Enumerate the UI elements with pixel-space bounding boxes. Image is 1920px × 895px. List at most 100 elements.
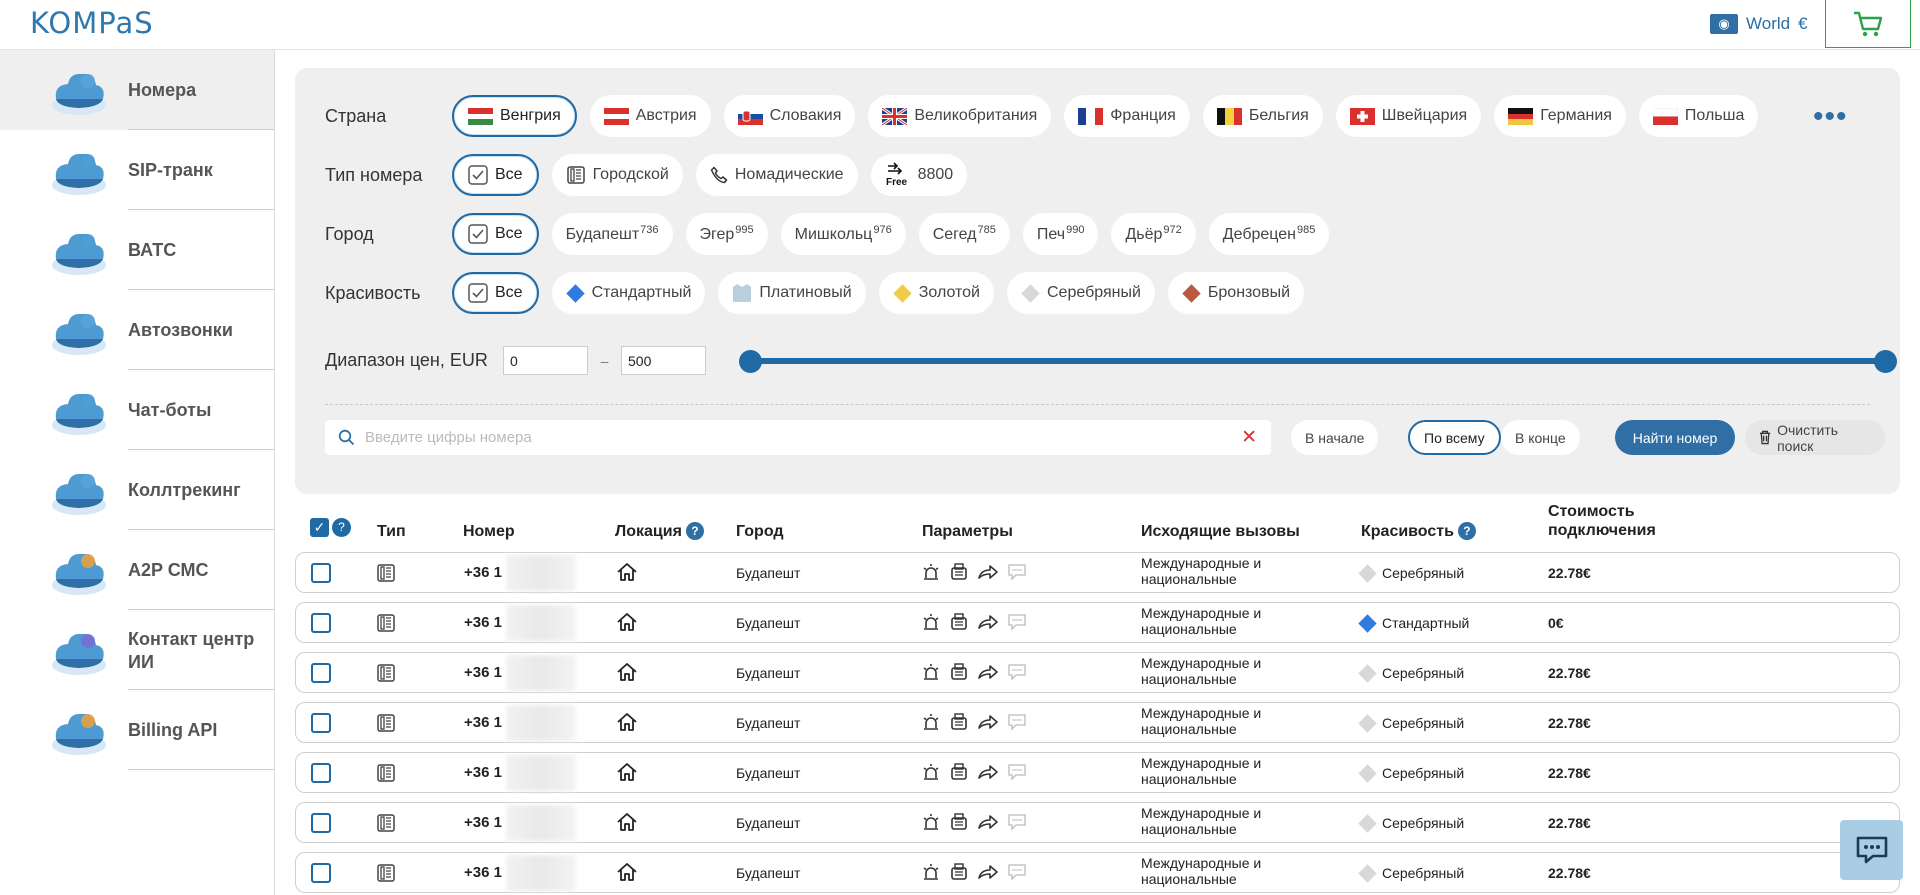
home-icon xyxy=(616,811,638,838)
country-chip-8[interactable]: Германия xyxy=(1494,95,1626,137)
row-checkbox[interactable] xyxy=(311,663,331,683)
beauty-chip-4[interactable]: Золотой xyxy=(878,272,994,314)
country-chip-6[interactable]: Бельгия xyxy=(1202,95,1323,137)
select-help-icon[interactable]: ? xyxy=(332,518,351,537)
price-slider-min-handle[interactable] xyxy=(739,350,762,373)
city-label: Город xyxy=(325,223,374,244)
country-chip-7[interactable]: Швейцария xyxy=(1335,95,1482,137)
row-number[interactable]: +36 1 xyxy=(464,764,502,781)
row-number[interactable]: +36 1 xyxy=(464,614,502,631)
alarm-icon xyxy=(921,812,941,837)
sidebar-item-1[interactable]: Номера xyxy=(0,50,274,130)
diamond-icon xyxy=(1021,283,1040,303)
row-number[interactable]: +36 1 xyxy=(464,864,502,881)
type-chip-номадические[interactable]: Номадические xyxy=(695,154,858,196)
landline-phone-icon xyxy=(376,563,396,588)
forward-icon xyxy=(977,812,999,837)
flag-icon xyxy=(603,107,629,125)
city-chip-1[interactable]: Все xyxy=(452,213,539,255)
sidebar-item-7[interactable]: A2P СМС xyxy=(0,530,274,610)
country-chip-1[interactable]: Венгрия xyxy=(452,95,577,137)
row-beauty-label: Серебряный xyxy=(1382,865,1465,881)
find-number-button[interactable]: Найти номер xyxy=(1615,420,1735,455)
cart-button[interactable] xyxy=(1825,0,1911,48)
city-chip-8[interactable]: Дебрецен985 xyxy=(1208,213,1330,255)
city-chip-6[interactable]: Печ990 xyxy=(1022,213,1099,255)
row-outgoing: Международные и национальные xyxy=(1141,805,1262,837)
position-start-option[interactable]: В начале xyxy=(1291,420,1379,455)
row-number[interactable]: +36 1 xyxy=(464,814,502,831)
country-chip-2[interactable]: Австрия xyxy=(589,95,711,137)
type-chip-городской[interactable]: Городской xyxy=(551,154,683,196)
country-filter-row: Страна Венгрия Австрия Словакия Великобрита… xyxy=(325,95,1759,137)
row-number[interactable]: +36 1 xyxy=(464,664,502,681)
country-chip-5[interactable]: Франция xyxy=(1064,95,1190,137)
row-checkbox[interactable] xyxy=(311,613,331,633)
select-all-checkbox[interactable]: ✓ xyxy=(310,518,329,537)
sidebar-item-4[interactable]: Автозвонки xyxy=(0,290,274,370)
sidebar-item-6[interactable]: Коллтрекинг xyxy=(0,450,274,530)
country-chip-9[interactable]: Польша xyxy=(1638,95,1759,137)
sidebar-item-2[interactable]: SIP-транк xyxy=(0,130,274,210)
beauty-chip-1[interactable]: Все xyxy=(452,272,539,314)
beauty-chip-label: Бронзовый xyxy=(1207,284,1291,301)
sidebar-item-9[interactable]: Billing API xyxy=(0,690,274,770)
beauty-chip-6[interactable]: Бронзовый xyxy=(1167,272,1305,314)
beauty-filter-row: Красивость Все Стандартный Платиновый Золот… xyxy=(325,272,1305,314)
clear-search-button[interactable]: Очистить поиск xyxy=(1745,420,1885,455)
forward-icon xyxy=(977,662,999,687)
clear-search-icon[interactable]: ✕ xyxy=(1241,428,1257,447)
city-chip-7[interactable]: Дьёр972 xyxy=(1111,213,1196,255)
beauty-help-icon[interactable]: ? xyxy=(1457,522,1476,540)
table-row: +36 1 Будапешт Международные и национальны… xyxy=(295,852,1900,893)
chat-widget-button[interactable] xyxy=(1840,820,1903,880)
position-end-option[interactable]: В конце xyxy=(1501,420,1580,455)
city-chip-5[interactable]: Сегед785 xyxy=(918,213,1010,255)
price-slider[interactable] xyxy=(739,350,1897,373)
type-chip-8800[interactable]: Free 8800 xyxy=(870,154,968,196)
row-checkbox[interactable] xyxy=(311,563,331,583)
more-countries-button[interactable]: ••• xyxy=(1813,102,1848,132)
row-number[interactable]: +36 1 xyxy=(464,714,502,731)
number-search-input[interactable] xyxy=(365,424,1225,451)
sidebar-item-icon xyxy=(48,59,110,121)
type-label: Тип номера xyxy=(325,164,423,185)
row-checkbox[interactable] xyxy=(311,713,331,733)
sidebar-item-3[interactable]: ВАТС xyxy=(0,210,274,290)
sidebar-item-5[interactable]: Чат-боты xyxy=(0,370,274,450)
row-price: 22.78€ xyxy=(1548,815,1591,831)
sidebar-item-8[interactable]: Контакт центр ИИ xyxy=(0,610,274,690)
beauty-chip-5[interactable]: Серебряный xyxy=(1007,272,1155,314)
row-beauty-label: Стандартный xyxy=(1382,615,1470,631)
beauty-chip-2[interactable]: Стандартный xyxy=(551,272,706,314)
row-number[interactable]: +36 1 xyxy=(464,564,502,581)
location-help-icon[interactable]: ? xyxy=(685,522,704,540)
country-chip-4[interactable]: Великобритания xyxy=(868,95,1052,137)
filter-divider xyxy=(325,404,1870,405)
sidebar-item-icon xyxy=(48,379,110,441)
sms-icon xyxy=(1007,862,1027,887)
row-checkbox[interactable] xyxy=(311,813,331,833)
region-selector[interactable]: ◉ World € xyxy=(1710,14,1808,34)
diamond-icon xyxy=(565,283,585,303)
row-city: Будапешт xyxy=(736,865,801,881)
logo[interactable]: KOMPaS xyxy=(30,6,154,40)
city-chip-2[interactable]: Будапешт736 xyxy=(551,213,673,255)
row-checkbox[interactable] xyxy=(311,863,331,883)
row-city: Будапешт xyxy=(736,565,801,581)
type-chip-все[interactable]: Все xyxy=(452,154,539,196)
beauty-chip-3[interactable]: Платиновый xyxy=(718,272,866,314)
row-beauty: Стандартный xyxy=(1358,613,1470,633)
diamond-icon xyxy=(1358,563,1377,583)
country-chip-3[interactable]: Словакия xyxy=(723,95,856,137)
row-outgoing: Международные и национальные xyxy=(1141,555,1262,587)
city-chip-3[interactable]: Эгер995 xyxy=(685,213,768,255)
type-chip-label: 8800 xyxy=(917,166,954,183)
price-slider-max-handle[interactable] xyxy=(1874,350,1897,373)
position-anywhere-option[interactable]: По всему xyxy=(1408,420,1501,455)
city-chip-4[interactable]: Мишкольц976 xyxy=(780,213,906,255)
sms-icon xyxy=(1007,562,1027,587)
sms-icon xyxy=(1007,612,1027,637)
alarm-icon xyxy=(921,712,941,737)
row-checkbox[interactable] xyxy=(311,763,331,783)
